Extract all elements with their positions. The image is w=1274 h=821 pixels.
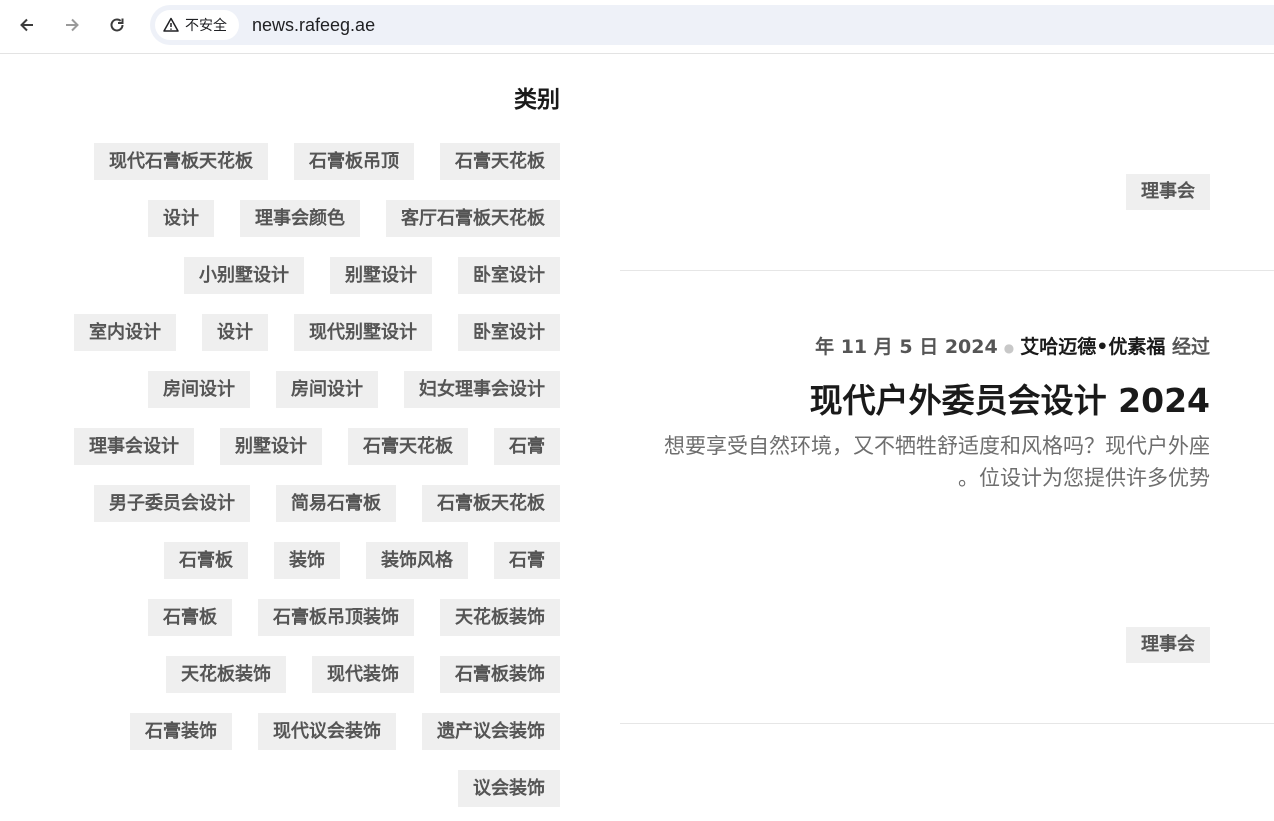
category-tag[interactable]: 理事会颜色 (240, 200, 360, 237)
post-meta: 年 11 月 5 日 2024 ● 艾哈迈德•优素福 经过 (815, 332, 1210, 359)
reload-button[interactable] (100, 8, 134, 42)
category-tag[interactable]: 装饰风格 (366, 542, 468, 579)
category-tag[interactable]: 现代议会装饰 (258, 713, 396, 750)
category-tag[interactable]: 室内设计 (74, 314, 176, 351)
category-tag[interactable]: 天花板装饰 (440, 599, 560, 636)
category-tag[interactable]: 别墅设计 (220, 428, 322, 465)
category-tag[interactable]: 现代别墅设计 (294, 314, 432, 351)
post-excerpt: 想要享受自然环境，又不牺牲舒适度和风格吗？现代户外座 。位设计为您提供许多优势 (620, 430, 1210, 494)
category-tag-cloud: 现代石膏板天花板 石膏板吊顶 石膏天花板 设计 理事会颜色 客厅石膏板天花板 小… (60, 143, 560, 807)
categories-title: 类别 (514, 87, 560, 113)
category-tag[interactable]: 天花板装饰 (166, 656, 286, 693)
category-tag[interactable]: 卧室设计 (458, 257, 560, 294)
category-tag[interactable]: 石膏装饰 (130, 713, 232, 750)
forward-arrow-icon (66, 18, 79, 32)
category-tag[interactable]: 石膏 (494, 542, 560, 579)
forward-button[interactable] (55, 8, 89, 42)
category-tag[interactable]: 设计 (202, 314, 268, 351)
post-by-label: 经过 (1171, 336, 1210, 358)
back-arrow-icon (20, 18, 33, 32)
category-tag[interactable]: 石膏板装饰 (440, 656, 560, 693)
post-author[interactable]: 艾哈迈德•优素福 (1020, 336, 1165, 358)
category-tag[interactable]: 设计 (148, 200, 214, 237)
url-text[interactable]: news.rafeeg.ae (252, 15, 375, 36)
reload-icon (110, 18, 124, 32)
category-tag[interactable]: 房间设计 (148, 371, 250, 408)
category-tag[interactable]: 石膏天花板 (348, 428, 468, 465)
category-tag[interactable]: 男子委员会设计 (94, 485, 250, 522)
category-tag[interactable]: 房间设计 (276, 371, 378, 408)
post-category-tag[interactable]: 理事会 (1126, 174, 1210, 210)
post-excerpt-line: 。位设计为您提供许多优势 (958, 466, 1210, 490)
category-tag[interactable]: 装饰 (274, 542, 340, 579)
security-chip[interactable]: 不安全 (155, 10, 239, 40)
category-tag[interactable]: 卧室设计 (458, 314, 560, 351)
post-date: 年 11 月 5 日 2024 (815, 336, 998, 358)
warning-icon (163, 17, 179, 32)
category-tag[interactable]: 客厅石膏板天花板 (386, 200, 560, 237)
category-tag[interactable]: 理事会设计 (74, 428, 194, 465)
category-tag[interactable]: 石膏板吊顶装饰 (258, 599, 414, 636)
category-tag[interactable]: 石膏板 (148, 599, 232, 636)
category-tag[interactable]: 别墅设计 (330, 257, 432, 294)
category-tag[interactable]: 石膏 (494, 428, 560, 465)
post-divider (620, 270, 1274, 271)
category-tag[interactable]: 议会装饰 (458, 770, 560, 807)
post-title[interactable]: 现代户外委员会设计 2024 (810, 374, 1210, 422)
category-tag[interactable]: 石膏天花板 (440, 143, 560, 180)
back-button[interactable] (10, 8, 44, 42)
browser-toolbar: 不安全 news.rafeeg.ae (0, 0, 1274, 54)
category-tag[interactable]: 石膏板天花板 (422, 485, 560, 522)
category-tag[interactable]: 简易石膏板 (276, 485, 396, 522)
address-bar[interactable]: 不安全 news.rafeeg.ae (150, 5, 1274, 45)
category-tag[interactable]: 现代装饰 (312, 656, 414, 693)
separator-dot-icon: ● (1003, 340, 1015, 355)
post-divider (620, 723, 1274, 724)
category-tag[interactable]: 小别墅设计 (184, 257, 304, 294)
category-tag[interactable]: 现代石膏板天花板 (94, 143, 268, 180)
security-label: 不安全 (185, 18, 227, 34)
category-tag[interactable]: 石膏板吊顶 (294, 143, 414, 180)
category-tag[interactable]: 妇女理事会设计 (404, 371, 560, 408)
post-category-tag[interactable]: 理事会 (1126, 627, 1210, 663)
post-excerpt-line: 想要享受自然环境，又不牺牲舒适度和风格吗？现代户外座 (664, 434, 1210, 458)
category-tag[interactable]: 遗产议会装饰 (422, 713, 560, 750)
category-tag[interactable]: 石膏板 (164, 542, 248, 579)
